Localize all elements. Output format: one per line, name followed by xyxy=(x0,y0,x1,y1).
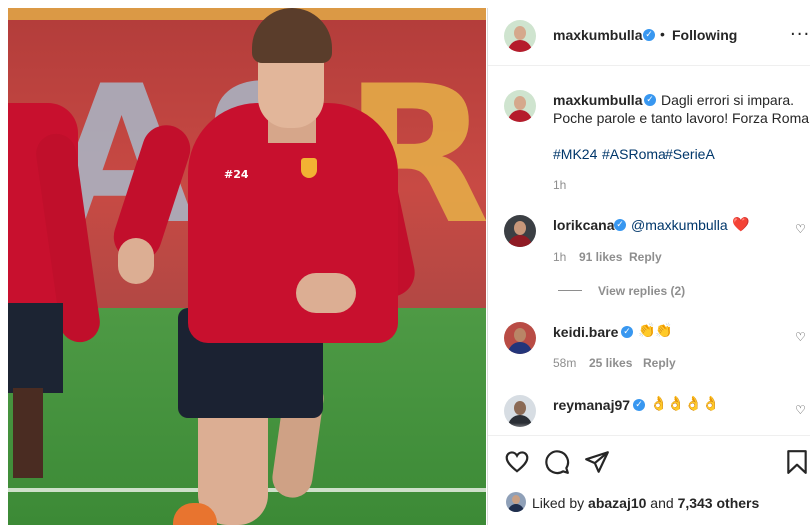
verified-badge-icon: ✓ xyxy=(621,326,633,338)
liked-by-text: Liked by abazaj10 and 7,343 others xyxy=(532,495,760,511)
comment-likes[interactable]: 25 likes xyxy=(589,356,632,370)
reply-button[interactable]: Reply xyxy=(629,250,662,264)
actions-divider xyxy=(488,435,810,436)
hashtag-asroma[interactable]: #ASRoma xyxy=(602,145,666,163)
caption-time: 1h xyxy=(553,178,567,192)
caption-line-1: Dagli errori si impara. xyxy=(661,92,795,108)
comment-like-heart-icon[interactable]: ♡ xyxy=(795,222,806,236)
verified-badge-icon: ✓ xyxy=(643,29,655,41)
post-photo[interactable]: ASRO #24 xyxy=(8,8,486,525)
heart-icon[interactable] xyxy=(504,449,530,475)
liked-by-others-link[interactable]: 7,343 others xyxy=(678,495,760,511)
commenter-username[interactable]: reymanaj97 xyxy=(553,397,630,413)
comment-time: 58m xyxy=(553,356,577,370)
more-options-icon[interactable]: ··· xyxy=(790,24,810,45)
ok-hand-emoji: 👌👌👌👌 xyxy=(650,396,720,412)
view-replies-line xyxy=(558,290,582,291)
background-player xyxy=(8,103,103,478)
caption-line-2: Poche parole e tanto lavoro! Forza Roma. xyxy=(553,110,810,126)
caption-avatar[interactable] xyxy=(504,90,536,122)
liked-by-user-link[interactable]: abazaj10 xyxy=(588,495,646,511)
comment-like-heart-icon[interactable]: ♡ xyxy=(795,403,806,417)
commenter-avatar[interactable] xyxy=(504,322,536,354)
post-side-panel: maxkumbulla ✓ • Following ··· maxkumbull… xyxy=(487,8,810,525)
reply-button[interactable]: Reply xyxy=(643,356,676,370)
comment-like-heart-icon[interactable]: ♡ xyxy=(795,330,806,344)
author-avatar[interactable] xyxy=(504,20,536,52)
hashtag-seriea[interactable]: #SerieA xyxy=(665,145,715,163)
share-icon[interactable] xyxy=(584,449,610,475)
comment-icon[interactable] xyxy=(544,449,570,475)
comment-time: 1h xyxy=(553,250,567,264)
commenter-avatar[interactable] xyxy=(504,215,536,247)
follow-separator: • xyxy=(660,26,665,42)
liker-avatar[interactable] xyxy=(506,492,526,512)
verified-badge-icon: ✓ xyxy=(633,399,645,411)
red-heart-emoji: ❤️ xyxy=(732,217,750,233)
featured-player: #24 xyxy=(107,8,420,525)
following-button[interactable]: Following xyxy=(672,27,737,43)
hashtag-mk24[interactable]: #MK24 xyxy=(553,145,597,163)
comment-mention[interactable]: @maxkumbulla xyxy=(631,216,728,234)
caption-username[interactable]: maxkumbulla xyxy=(553,92,642,108)
commenter-username[interactable]: lorikcana xyxy=(553,217,614,233)
header-divider xyxy=(488,65,810,66)
view-replies-button[interactable]: View replies (2) xyxy=(598,284,685,298)
verified-badge-icon: ✓ xyxy=(644,94,656,106)
verified-badge-icon: ✓ xyxy=(614,219,626,231)
club-crest-icon xyxy=(301,158,317,178)
bookmark-icon[interactable] xyxy=(784,449,810,475)
clap-emoji: 👏👏 xyxy=(638,323,673,339)
comment-likes[interactable]: 91 likes xyxy=(579,250,622,264)
commenter-username[interactable]: keidi.bare xyxy=(553,324,618,340)
author-username[interactable]: maxkumbulla xyxy=(553,27,642,43)
